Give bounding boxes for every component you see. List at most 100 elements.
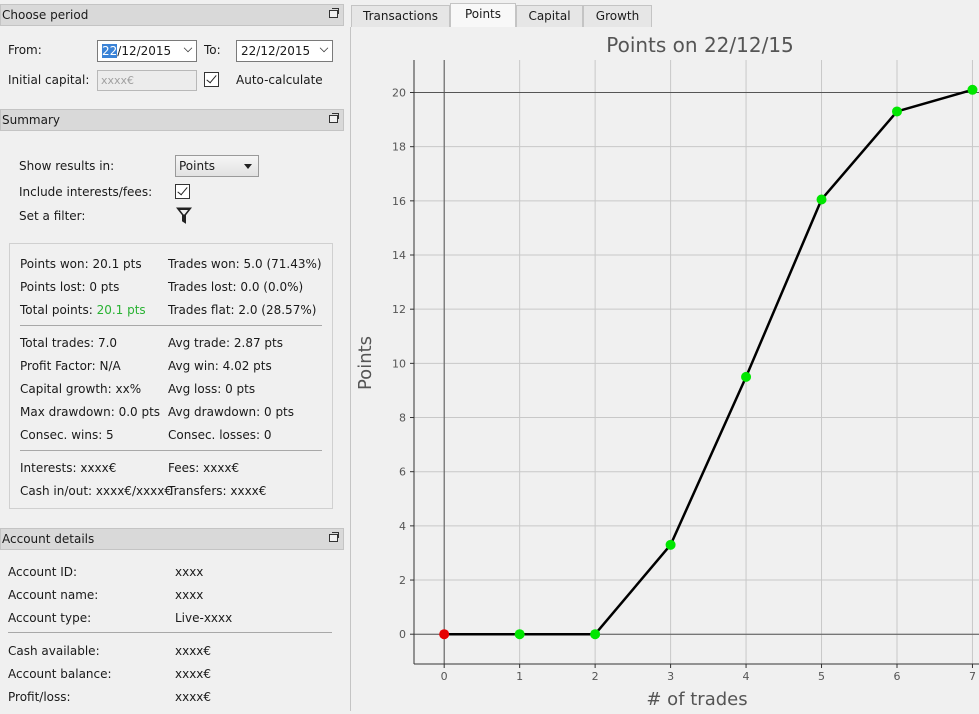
include-interests-label: Include interests/fees: — [19, 185, 153, 199]
account-balance-value: xxxx€ — [175, 667, 212, 681]
tab-points[interactable]: Points — [450, 3, 516, 27]
data-point — [741, 371, 752, 382]
float-window-icon[interactable] — [329, 8, 339, 18]
x-tick-label: 2 — [592, 670, 599, 683]
cash-available-value: xxxx€ — [175, 644, 212, 658]
data-point — [891, 106, 902, 117]
initial-capital-placeholder: xxxx€ — [101, 74, 135, 87]
from-date-field[interactable]: 22/12/2015 — [97, 40, 197, 62]
profit-loss-label: Profit/loss: — [8, 690, 71, 704]
x-axis-label: # of trades — [646, 689, 747, 710]
chart-area: Transactions Points Capital Growth 01234… — [350, 0, 979, 711]
float-window-icon[interactable] — [329, 532, 339, 542]
funnel-icon[interactable] — [176, 207, 192, 225]
tab-capital[interactable]: Capital — [516, 5, 583, 27]
x-tick-label: 4 — [743, 670, 750, 683]
profit-loss-value: xxxx€ — [175, 690, 212, 704]
x-tick-label: 5 — [818, 670, 825, 683]
show-results-select[interactable]: Points — [175, 155, 259, 177]
x-tick-label: 6 — [893, 670, 900, 683]
from-date-rest: /12/2015 — [117, 44, 172, 58]
account-type-label: Account type: — [8, 611, 92, 625]
account-details-title: Account details — [2, 532, 95, 546]
float-window-icon[interactable] — [329, 113, 339, 123]
choose-period-title: Choose period — [2, 8, 89, 22]
total-points-value: 20.1 pts — [96, 303, 146, 317]
y-tick-label: 12 — [392, 303, 406, 316]
tab-transactions[interactable]: Transactions — [351, 5, 450, 27]
y-tick-label: 4 — [399, 520, 406, 533]
points-won: Points won: 20.1 pts — [20, 257, 142, 271]
x-tick-label: 7 — [969, 670, 976, 683]
tab-bar: Transactions Points Capital Growth — [350, 3, 979, 30]
data-point — [816, 194, 827, 205]
dropdown-arrow-icon — [244, 164, 252, 169]
account-name-label: Account name: — [8, 588, 99, 602]
y-tick-label: 8 — [399, 412, 406, 425]
y-tick-label: 20 — [392, 87, 406, 100]
account-id-value: xxxx — [175, 565, 204, 579]
y-tick-label: 2 — [399, 574, 406, 587]
account-balance-label: Account balance: — [8, 667, 112, 681]
total-points: Total points: 20.1 pts — [20, 303, 146, 317]
account-id-label: Account ID: — [8, 565, 78, 579]
max-drawdown: Max drawdown: 0.0 pts — [20, 405, 161, 419]
chevron-down-icon[interactable] — [183, 43, 193, 53]
from-label: From: — [8, 43, 42, 57]
from-date-selected-day: 22 — [102, 44, 118, 58]
chart-title: Points on 22/12/15 — [606, 33, 794, 57]
fees: Fees: xxxx€ — [168, 461, 240, 475]
y-tick-label: 14 — [392, 249, 406, 262]
initial-capital-label: Initial capital: — [8, 73, 90, 87]
summary-header: Summary — [0, 109, 344, 131]
avg-trade: Avg trade: 2.87 pts — [168, 336, 283, 350]
choose-period-header: Choose period — [0, 4, 344, 26]
chevron-down-icon[interactable] — [319, 43, 329, 53]
trades-won: Trades won: 5.0 (71.43%) — [168, 257, 322, 271]
total-trades: Total trades: 7.0 — [20, 336, 118, 350]
y-tick-label: 6 — [399, 466, 406, 479]
account-type-value: Live-xxxx — [175, 611, 233, 625]
include-interests-checkbox[interactable] — [175, 184, 190, 199]
cash-available-label: Cash available: — [8, 644, 100, 658]
initial-capital-input[interactable]: xxxx€ — [97, 70, 197, 91]
account-details-header: Account details — [0, 528, 344, 550]
avg-drawdown: Avg drawdown: 0 pts — [168, 405, 295, 419]
consec-wins: Consec. wins: 5 — [20, 428, 114, 442]
data-point — [665, 539, 676, 550]
points-lost: Points lost: 0 pts — [20, 280, 120, 294]
points-chart-svg: 0 1 2 3 4 5 6 702468101214161820Points on 22/12… — [355, 33, 979, 710]
data-point — [439, 629, 450, 640]
x-tick-label: 1 — [516, 670, 523, 683]
avg-win: Avg win: 4.02 pts — [168, 359, 272, 373]
avg-loss: Avg loss: 0 pts — [168, 382, 256, 396]
data-point — [514, 629, 525, 640]
left-panel: Choose period From: 22/12/2015 To: 22/12… — [0, 0, 344, 711]
profit-factor: Profit Factor: N/A — [20, 359, 121, 373]
divider — [20, 450, 322, 451]
to-date-field[interactable]: 22/12/2015 — [236, 40, 333, 62]
to-date-value: 22/12/2015 — [241, 44, 311, 58]
data-point — [590, 629, 601, 640]
trades-lost: Trades lost: 0.0 (0.0%) — [168, 280, 304, 294]
auto-calculate-label: Auto-calculate — [236, 73, 323, 87]
capital-growth: Capital growth: xx% — [20, 382, 142, 396]
transfers: Transfers: xxxx€ — [168, 484, 267, 498]
interests: Interests: xxxx€ — [20, 461, 117, 475]
total-points-label: Total points: — [20, 303, 97, 317]
show-results-value: Points — [179, 159, 216, 173]
show-results-label: Show results in: — [19, 159, 115, 173]
series-line — [444, 88, 973, 636]
cash-in-out: Cash in/out: xxxx€/xxxx€ — [20, 484, 173, 498]
y-tick-label: 0 — [399, 628, 406, 641]
points-chart: 0 1 2 3 4 5 6 7 0 2 4 6 8 10 12 14 16 18 20 Points on 22/12… — [350, 27, 979, 711]
summary-title: Summary — [2, 113, 60, 127]
trades-flat: Trades flat: 2.0 (28.57%) — [168, 303, 317, 317]
y-tick-label: 10 — [392, 357, 406, 370]
divider — [20, 325, 322, 326]
consec-losses: Consec. losses: 0 — [168, 428, 272, 442]
tab-growth[interactable]: Growth — [583, 5, 652, 27]
auto-calculate-checkbox[interactable] — [204, 72, 219, 87]
x-tick-label: 3 — [667, 670, 674, 683]
data-point — [967, 84, 978, 95]
